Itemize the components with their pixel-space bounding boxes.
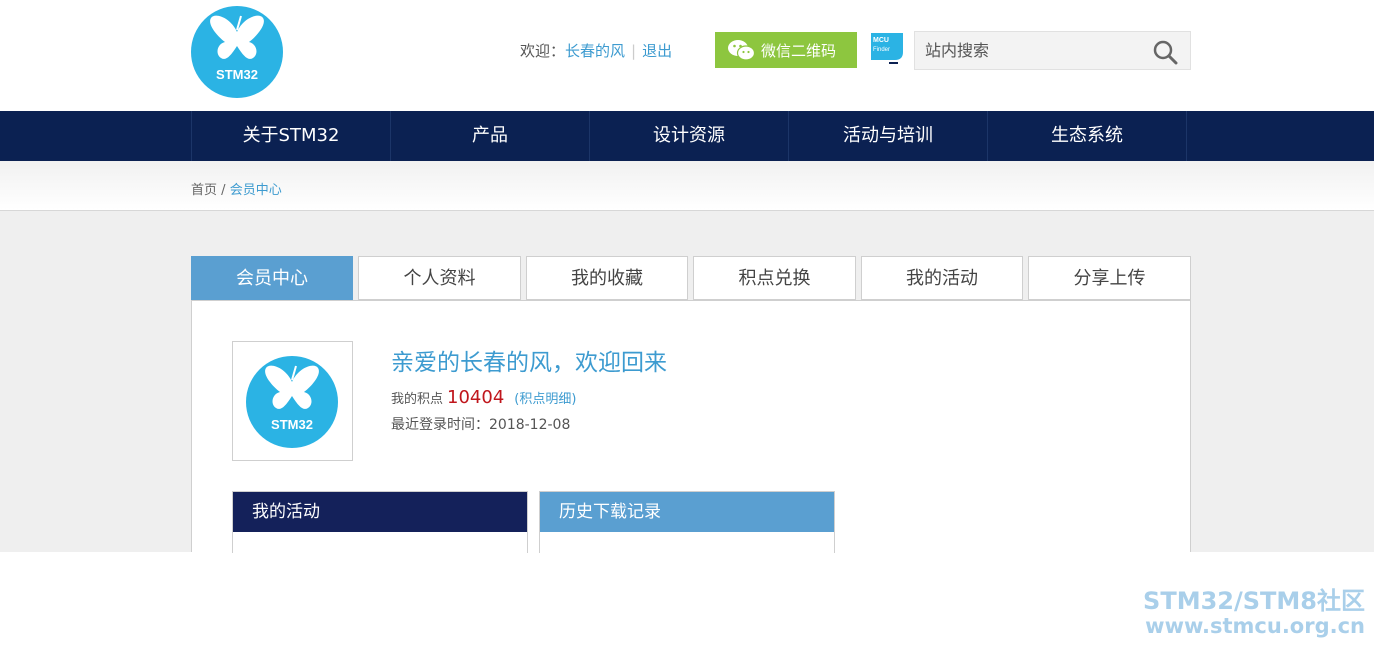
member-tabs: 会员中心 个人资料 我的收藏 积点兑换 我的活动 分享上传 — [191, 256, 1191, 300]
watermark-line-2: www.stmcu.org.cn — [1145, 614, 1365, 638]
download-history-box: 历史下载记录 — [539, 491, 835, 553]
tab-favorites[interactable]: 我的收藏 — [526, 256, 688, 300]
my-activities-box: 我的活动 — [232, 491, 528, 553]
breadcrumb-bar: 首页 / 会员中心 — [0, 161, 1374, 211]
logout-link[interactable]: 退出 — [642, 42, 672, 60]
avatar-frame: STM32 — [232, 341, 353, 461]
search-icon[interactable] — [1152, 39, 1178, 65]
wechat-label: 微信二维码 — [761, 41, 837, 60]
main-nav: 关于STM32 产品 设计资源 活动与培训 生态系统 — [0, 111, 1374, 161]
breadcrumb-current[interactable]: 会员中心 — [230, 183, 282, 198]
points-detail-link[interactable]: (积点明细) — [514, 392, 576, 407]
points-label: 我的积点 — [391, 392, 444, 407]
download-history-title: 历史下载记录 — [540, 492, 834, 532]
last-login-line: 最近登录时间：2018-12-08 — [391, 414, 570, 434]
welcome-label: 欢迎： — [520, 42, 566, 60]
tab-points-exchange[interactable]: 积点兑换 — [693, 256, 856, 300]
username-link[interactable]: 长春的风 — [565, 42, 625, 60]
mcu-finder-subtext: Finder — [873, 47, 890, 53]
tab-my-activities[interactable]: 我的活动 — [861, 256, 1023, 300]
last-login-date: 2018-12-08 — [489, 417, 571, 433]
breadcrumb-home[interactable]: 首页 — [191, 183, 217, 198]
site-logo[interactable]: STM32 — [191, 6, 283, 98]
wechat-qr-button[interactable]: 微信二维码 — [715, 32, 857, 68]
points-value: 10404 — [447, 387, 505, 408]
search-bar — [914, 31, 1191, 70]
breadcrumb-separator: / — [221, 183, 226, 198]
wechat-icon — [727, 39, 756, 61]
mcu-finder-icon[interactable]: MCU Finder — [868, 30, 906, 66]
tab-member-center[interactable]: 会员中心 — [191, 256, 353, 300]
butterfly-icon — [265, 365, 319, 409]
nav-item-products[interactable]: 产品 — [391, 111, 590, 161]
nav-item-about[interactable]: 关于STM32 — [192, 111, 391, 161]
breadcrumb: 首页 / 会员中心 — [191, 179, 282, 198]
avatar[interactable]: STM32 — [246, 356, 338, 448]
butterfly-icon — [210, 15, 264, 59]
watermark-line-1: STM32/STM8社区 — [1143, 587, 1365, 615]
my-activities-title: 我的活动 — [233, 492, 527, 532]
member-panel: STM32 亲爱的长春的风，欢迎回来 我的积点 10404 (积点明细) 最近登录时… — [191, 300, 1191, 553]
divider: | — [631, 42, 637, 60]
nav-item-design-resources[interactable]: 设计资源 — [590, 111, 789, 161]
points-line: 我的积点 10404 (积点明细) — [391, 387, 576, 408]
last-login-label: 最近登录时间： — [391, 417, 489, 433]
welcome-bar: 欢迎：长春的风 | 退出 — [520, 40, 672, 61]
greeting-title: 亲爱的长春的风，欢迎回来 — [391, 350, 667, 376]
avatar-text: STM32 — [271, 417, 313, 432]
mcu-finder-text: MCU — [873, 37, 889, 44]
search-input[interactable] — [915, 41, 1145, 60]
tab-share-upload[interactable]: 分享上传 — [1028, 256, 1191, 300]
nav-item-events-training[interactable]: 活动与培训 — [789, 111, 988, 161]
tab-profile[interactable]: 个人资料 — [358, 256, 521, 300]
site-watermark: STM32/STM8社区 www.stmcu.org.cn — [1143, 589, 1365, 639]
logo-text: STM32 — [216, 67, 258, 82]
nav-item-ecosystem[interactable]: 生态系统 — [988, 111, 1187, 161]
